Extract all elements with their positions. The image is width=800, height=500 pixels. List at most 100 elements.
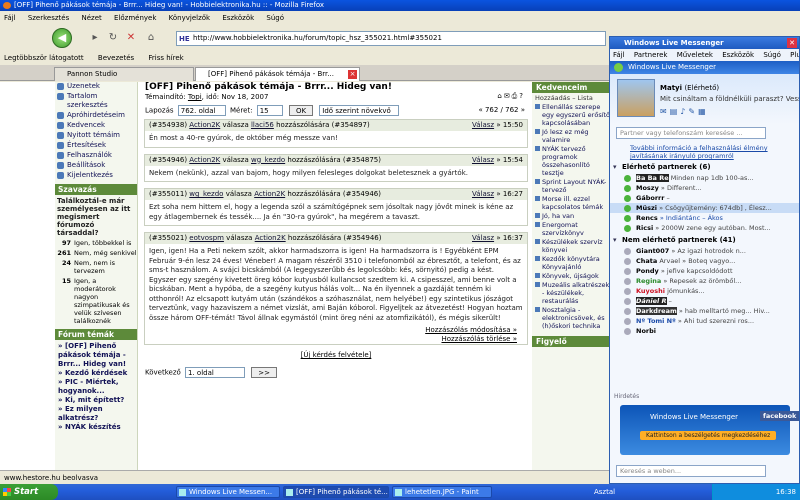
sort-select[interactable]: Idő szerint növekvő xyxy=(319,105,400,116)
contact-row[interactable]: Gáborrr – xyxy=(610,193,799,203)
post-target[interactable]: wg_kezdo xyxy=(251,156,285,164)
contact-row[interactable]: Dániel R – xyxy=(610,296,799,306)
forum-topic-link[interactable]: » Ki, mit épített? xyxy=(55,396,137,405)
contact-row[interactable]: Moszy » Different... xyxy=(610,183,799,193)
offline-group[interactable]: Nem elérhető partnerek (41) xyxy=(610,235,799,246)
page-select[interactable]: 762. oldal xyxy=(177,105,226,116)
favorite-item[interactable]: Nosztalgia - elektronicsövek, és (h)ősko… xyxy=(532,306,612,330)
profile-name[interactable]: Matyi (Elérhető) xyxy=(660,84,719,92)
contact-row[interactable]: Giant007 » Az igazi hotrodok n... xyxy=(610,246,799,256)
next-page-select[interactable]: 1. oldal xyxy=(185,367,246,378)
bookmark-latest-news[interactable]: Friss hírek xyxy=(148,54,183,62)
msn-menu-plus[interactable]: Plusz! xyxy=(790,51,799,59)
web-search-input[interactable]: Keresés a weben... xyxy=(616,465,766,477)
msn-menu-actions[interactable]: Műveletek xyxy=(677,51,713,59)
favorite-item[interactable]: Jó lesz ez még valamire xyxy=(532,128,612,144)
online-group[interactable]: Elérhető partnerek (6) xyxy=(610,162,799,173)
contact-row[interactable]: Müszi » Csögyűjtemény: 674db] , Élesz... xyxy=(610,203,799,213)
profile-tool-icons[interactable]: ✉▤♪✎▦ xyxy=(660,107,709,116)
taskbar-item-paint[interactable]: lehetetlen.JPG - Paint xyxy=(392,486,492,498)
menu-edit[interactable]: Szerkesztés xyxy=(28,14,69,22)
close-icon[interactable]: ✕ xyxy=(787,38,797,48)
contact-row[interactable]: Darkdream » hab melltartó meg... Hiv... xyxy=(610,306,799,316)
contact-row[interactable]: Regina » Repesek az örömből... xyxy=(610,276,799,286)
new-question-link[interactable]: [Új kérdés felvétele] xyxy=(141,351,531,359)
contact-row[interactable]: Ba Ba Re Minden nap 1db 100-as... xyxy=(610,173,799,183)
home-icon[interactable]: ⌂ xyxy=(144,31,158,45)
favorite-item[interactable]: Könyvek, újságok xyxy=(532,272,612,280)
favorite-item[interactable]: Ellenállás szerepe egy egyszerű erősítő … xyxy=(532,103,612,127)
contact-row[interactable]: Kuyoshi jómunkás... xyxy=(610,286,799,296)
sidebar-item-content-edit[interactable]: Tartalom szerkesztés xyxy=(55,92,137,110)
post-target[interactable]: Action2K xyxy=(255,234,286,242)
favorite-item[interactable]: Sprint Layout NYÁK-tervező xyxy=(532,178,612,194)
poll-option[interactable]: 15 Igen, a moderátorok nagyon szimpatikus… xyxy=(55,277,137,325)
contact-row[interactable]: Chata Arvael » Boteq vagyo... xyxy=(610,256,799,266)
favorite-item[interactable]: Készülékek szervíz könyvei xyxy=(532,238,612,254)
forum-topic-link[interactable]: » NYÁK készítés xyxy=(55,423,137,432)
bookmark-getting-started[interactable]: Bevezetés xyxy=(98,54,134,62)
contact-row[interactable]: Norbi xyxy=(610,326,799,336)
post-target[interactable]: Action2K xyxy=(254,190,285,198)
back-icon[interactable]: ◀ xyxy=(52,28,72,48)
msn-menu-file[interactable]: Fájl xyxy=(613,51,625,59)
contact-search-input[interactable]: Partner vagy telefonszám keresése ... xyxy=(616,127,766,139)
messenger-ad[interactable]: Windows Live Messenger facebook Kattints… xyxy=(620,405,799,455)
window-titlebar[interactable]: [OFF] Pihenő pákások témája - Brrr... Hi… xyxy=(0,0,800,11)
msn-menu-help[interactable]: Súgó xyxy=(763,51,781,59)
favorite-item[interactable]: Morse ill. ezzel kapcsolatos témák xyxy=(532,195,612,211)
info-link[interactable]: További információ a felhasználási élmén… xyxy=(610,144,799,160)
menu-help[interactable]: Súgó xyxy=(266,14,284,22)
post-author[interactable]: wg_kezdo xyxy=(189,190,223,198)
menu-tools[interactable]: Eszközök xyxy=(222,14,254,22)
favorite-item[interactable]: NYÁK tervező programok összehasonlító te… xyxy=(532,145,612,177)
contact-row[interactable]: Rencs » Indiántánc – Ákos xyxy=(610,213,799,223)
poll-option[interactable]: 261 Nem, még senkivel xyxy=(55,249,137,257)
bookmark-most-visited[interactable]: Legtöbbször látogatott xyxy=(4,54,84,62)
topic-tool-icons[interactable]: ⌂✉⎙? xyxy=(497,92,525,101)
reply-link[interactable]: Válasz xyxy=(472,121,494,129)
taskbar-item-firefox[interactable]: [OFF] Pihenő pákások té... xyxy=(283,486,389,498)
forum-topic-link[interactable]: » Kezdő kérdések xyxy=(55,369,137,378)
messenger-titlebar[interactable]: Windows Live Messenger ✕ xyxy=(610,37,799,49)
poll-option[interactable]: 97 Igen, többekkel is xyxy=(55,239,137,247)
contact-row[interactable]: Nº Tomi Nº » Ahi tud szerezni ros... xyxy=(610,316,799,326)
personal-message[interactable]: Mit csináltam a földnélküli paraszt? Ves… xyxy=(660,95,799,103)
sidebar-item-messages[interactable]: Üzenetek xyxy=(55,82,137,91)
poll-option[interactable]: 24 Nem, nem is tervezem xyxy=(55,259,137,275)
delete-post-link[interactable]: Hozzászólás törlése » xyxy=(441,335,517,343)
favorite-item[interactable]: Jó, ha van xyxy=(532,212,612,220)
reply-link[interactable]: Válasz xyxy=(472,190,494,198)
sidebar-item-logout[interactable]: Kijelentkezés xyxy=(55,171,137,180)
post-author[interactable]: Action2K xyxy=(189,156,220,164)
favorite-item[interactable]: Energomat szervízkönyv xyxy=(532,221,612,237)
taskbar-item-messenger[interactable]: Windows Live Messen... xyxy=(176,486,280,498)
ok-button[interactable]: OK xyxy=(288,105,314,116)
menu-file[interactable]: Fájl xyxy=(4,14,16,22)
sidebar-item-favorites[interactable]: Kedvencek xyxy=(55,121,137,130)
tab-pannon-studio[interactable]: Pannon Studio xyxy=(54,67,194,81)
sidebar-item-classifieds[interactable]: Apróhirdetéseim xyxy=(55,111,137,120)
contact-row[interactable]: Pondy » jefive kapcsoldódott xyxy=(610,266,799,276)
favorite-item[interactable]: Kezdők könyvtára Könyvajánló xyxy=(532,255,612,271)
tab-forum-topic[interactable]: [OFF] Pihenő pákások témája - Brr... × xyxy=(195,67,360,81)
post-author[interactable]: Action2K xyxy=(189,121,220,129)
edit-post-link[interactable]: Hozzászólás módosítása » xyxy=(425,326,517,334)
post-author[interactable]: eotvospm xyxy=(189,234,224,242)
desktop-toolbar[interactable]: Asztal xyxy=(594,484,615,500)
sidebar-item-users[interactable]: Felhasználók xyxy=(55,151,137,160)
forum-topic-link[interactable]: » Ez milyen alkatrész? xyxy=(55,405,137,423)
menu-history[interactable]: Előzmények xyxy=(114,14,156,22)
sidebar-item-notifications[interactable]: Értesítések xyxy=(55,141,137,150)
start-button[interactable]: Start xyxy=(0,484,58,500)
forum-topic-link[interactable]: » [OFF] Pihenő pákások témája - Brrr... … xyxy=(55,342,137,369)
reply-link[interactable]: Válasz xyxy=(472,234,494,242)
clock[interactable]: 16:38 xyxy=(776,488,796,496)
msn-menu-contacts[interactable]: Partnerek xyxy=(634,51,668,59)
menu-view[interactable]: Nézet xyxy=(81,14,101,22)
sidebar-item-settings[interactable]: Beállítások xyxy=(55,161,137,170)
stop-icon[interactable]: ✕ xyxy=(124,31,138,45)
favorite-item[interactable]: Muzeális alkatrészek - készülékek, resta… xyxy=(532,281,612,305)
sidebar-item-open-topics[interactable]: Nyitott témáim xyxy=(55,131,137,140)
contact-row[interactable]: Ricsi » 2000W zene egy autóban. Most... xyxy=(610,223,799,233)
